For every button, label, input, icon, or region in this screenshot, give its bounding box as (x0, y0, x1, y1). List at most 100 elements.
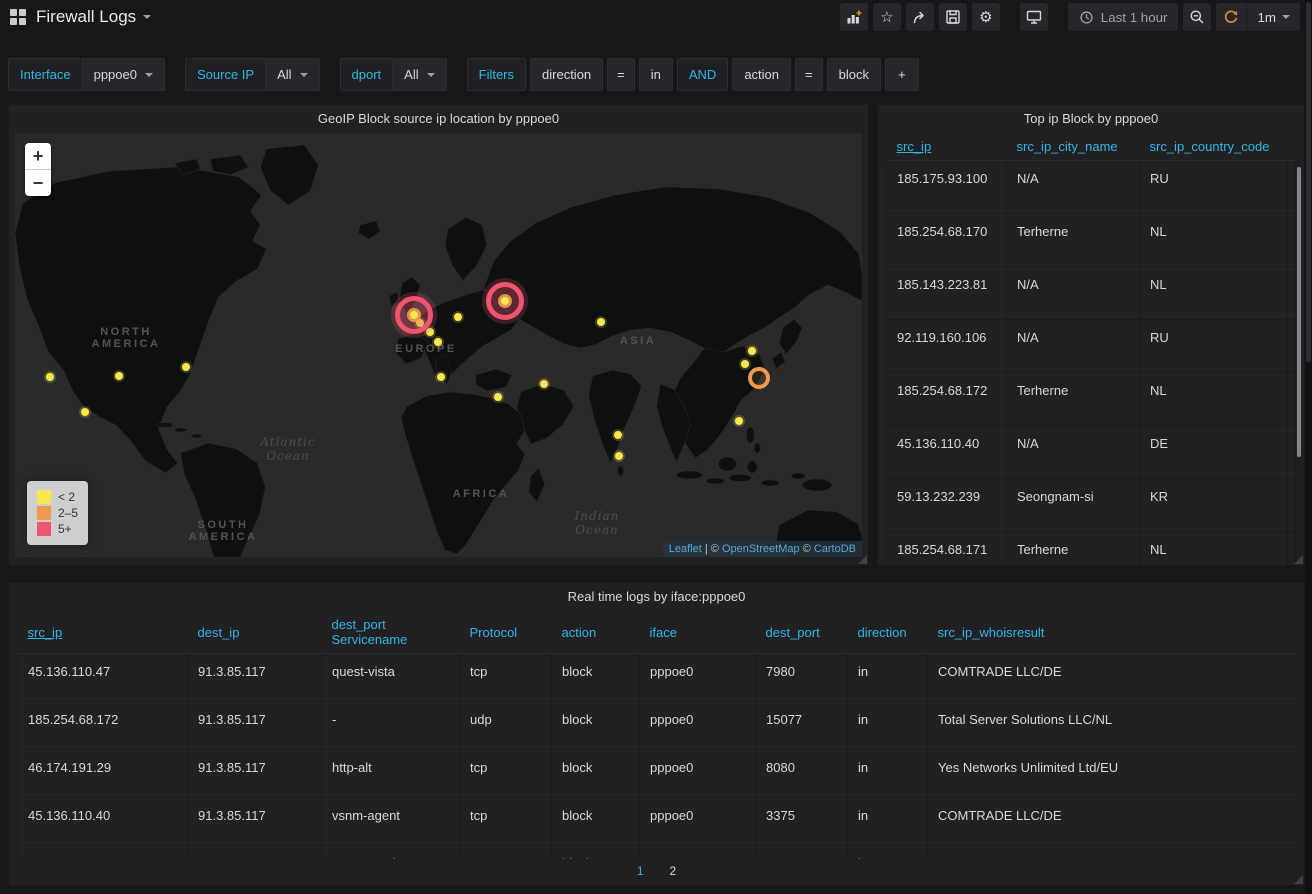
column-header[interactable]: src_ip_city_name (1007, 133, 1140, 161)
add-filter-button[interactable]: + (885, 58, 919, 91)
page-number[interactable]: 1 (637, 864, 644, 878)
attribution-text: © (800, 543, 814, 555)
chevron-down-icon (143, 15, 151, 19)
page-scrollbar-thumb[interactable] (1306, 2, 1311, 362)
variable-value-dropdown[interactable]: pppoe0 (83, 58, 165, 91)
map-marker[interactable] (426, 328, 434, 336)
table-cell: block (552, 750, 640, 798)
cycle-view-button[interactable] (1020, 3, 1048, 31)
column-header[interactable]: direction (848, 611, 928, 654)
page-scrollbar[interactable] (1305, 0, 1312, 894)
filter-segment-field[interactable]: direction (530, 58, 603, 91)
geoip-map-panel: GeoIP Block source ip location by pppoe0 (8, 104, 869, 566)
column-header[interactable]: Protocol (460, 611, 552, 654)
map-marker[interactable] (614, 431, 622, 439)
table-cell: 4.00 (1288, 479, 1296, 532)
dashboard-title-dropdown[interactable]: Firewall Logs (36, 7, 151, 27)
filter-segment-value[interactable]: in (639, 58, 673, 91)
table-cell: Yes Networks Unlimited Ltd/EU (928, 750, 1297, 798)
column-header[interactable]: src_ip (18, 611, 188, 654)
column-header[interactable]: dest_ip (188, 611, 322, 654)
map-marker[interactable] (46, 373, 54, 381)
star-button[interactable]: ☆ (873, 3, 901, 31)
column-header[interactable]: dest_port Servicename (322, 611, 460, 654)
table-row: 45.136.110.4791.3.85.117quest-vistatcpbl… (18, 654, 1297, 702)
template-variables: Interfacepppoe0Source IPAlldportAll (8, 58, 447, 91)
template-variable: dportAll (340, 58, 447, 91)
column-header[interactable]: src_ip (887, 133, 1007, 161)
add-panel-button[interactable] (840, 3, 868, 31)
column-header[interactable]: src_ip_country_code (1140, 133, 1288, 161)
filter-segment-value[interactable]: block (827, 58, 881, 91)
map-zoom-in-button[interactable]: + (25, 143, 51, 169)
variable-value: All (404, 67, 418, 82)
share-button[interactable] (906, 3, 934, 31)
refresh-interval-dropdown[interactable]: 1m (1246, 3, 1300, 31)
panel-resize-handle[interactable] (1294, 875, 1303, 884)
table-cell: Terherne (1007, 214, 1140, 267)
filter-segment-op[interactable]: = (795, 58, 823, 91)
share-icon (912, 9, 928, 25)
map-marker[interactable] (486, 282, 524, 320)
save-button[interactable] (939, 3, 967, 31)
column-header[interactable]: action (552, 611, 640, 654)
map-marker[interactable] (395, 296, 433, 334)
table-scrollbar[interactable] (1297, 167, 1301, 457)
map-marker[interactable] (182, 363, 190, 371)
map-marker[interactable] (434, 338, 442, 346)
panel-resize-handle[interactable] (858, 555, 867, 564)
map-marker[interactable] (748, 367, 770, 389)
map-zoom-out-button[interactable]: − (25, 169, 51, 196)
column-header[interactable]: dest_port (756, 611, 848, 654)
panel-title[interactable]: Top ip Block by pppoe0 (878, 105, 1304, 133)
map-marker[interactable] (615, 452, 623, 460)
column-header[interactable]: iface (640, 611, 756, 654)
table-cell: N/A (1007, 161, 1140, 214)
attribution-link[interactable]: Leaflet (669, 543, 702, 555)
table-cell: COMTRADE LLC/DE (928, 654, 1297, 702)
map-legend: < 22–55+ (27, 481, 88, 545)
variable-value-dropdown[interactable]: All (393, 58, 446, 91)
time-picker-button[interactable]: Last 1 hour (1068, 3, 1179, 31)
dashboards-menu-icon[interactable] (10, 9, 26, 25)
map-attribution: Leaflet | © OpenStreetMap © CartoDB (663, 541, 862, 557)
map-marker[interactable] (597, 318, 605, 326)
table-cell: in (848, 846, 928, 860)
panel-title[interactable]: GeoIP Block source ip location by pppoe0 (9, 105, 868, 133)
chevron-down-icon (427, 73, 435, 77)
map-marker[interactable] (115, 372, 123, 380)
map-marker[interactable] (81, 408, 89, 416)
filter-segment-field[interactable]: action (732, 58, 791, 91)
panel-resize-handle[interactable] (1294, 555, 1303, 564)
map-marker[interactable] (437, 373, 445, 381)
map-marker[interactable] (540, 380, 548, 388)
attribution-link[interactable]: CartoDB (814, 543, 856, 555)
refresh-button[interactable] (1216, 3, 1246, 31)
table-cell: tcp (460, 846, 552, 860)
column-header[interactable]: Count (1288, 133, 1296, 161)
attribution-link[interactable]: OpenStreetMap (722, 543, 800, 555)
chevron-down-icon (1282, 15, 1290, 19)
legend-item: 2–5 (37, 506, 78, 520)
zoom-out-time-button[interactable] (1183, 3, 1211, 31)
map-marker[interactable] (454, 313, 462, 321)
map-marker[interactable] (494, 393, 502, 401)
panel-title[interactable]: Real time logs by iface:pppoe0 (9, 583, 1304, 611)
filter-segment-cond[interactable]: AND (677, 58, 728, 91)
table-cell: 3375 (756, 798, 848, 846)
table-cell: tcp (460, 750, 552, 798)
settings-button[interactable]: ⚙ (972, 3, 1000, 31)
page-number[interactable]: 2 (670, 864, 677, 878)
table-row: 185.254.68.17291.3.85.117-udpblockpppoe0… (18, 702, 1297, 750)
column-header[interactable]: src_ip_whoisresult (928, 611, 1297, 654)
navbar: Firewall Logs ☆ ⚙ (0, 0, 1312, 34)
table-cell: block (552, 798, 640, 846)
adhoc-filters: Filters direction=inANDaction=block + (467, 58, 919, 91)
map-marker[interactable] (748, 347, 756, 355)
map-canvas[interactable]: NORTH AMERICAEUROPEASIAAFRICASOUTH AMERI… (15, 133, 862, 557)
filter-segment-op[interactable]: = (607, 58, 635, 91)
table-cell: N/A (1007, 426, 1140, 479)
map-marker[interactable] (741, 360, 749, 368)
map-marker[interactable] (735, 417, 743, 425)
variable-value-dropdown[interactable]: All (266, 58, 319, 91)
